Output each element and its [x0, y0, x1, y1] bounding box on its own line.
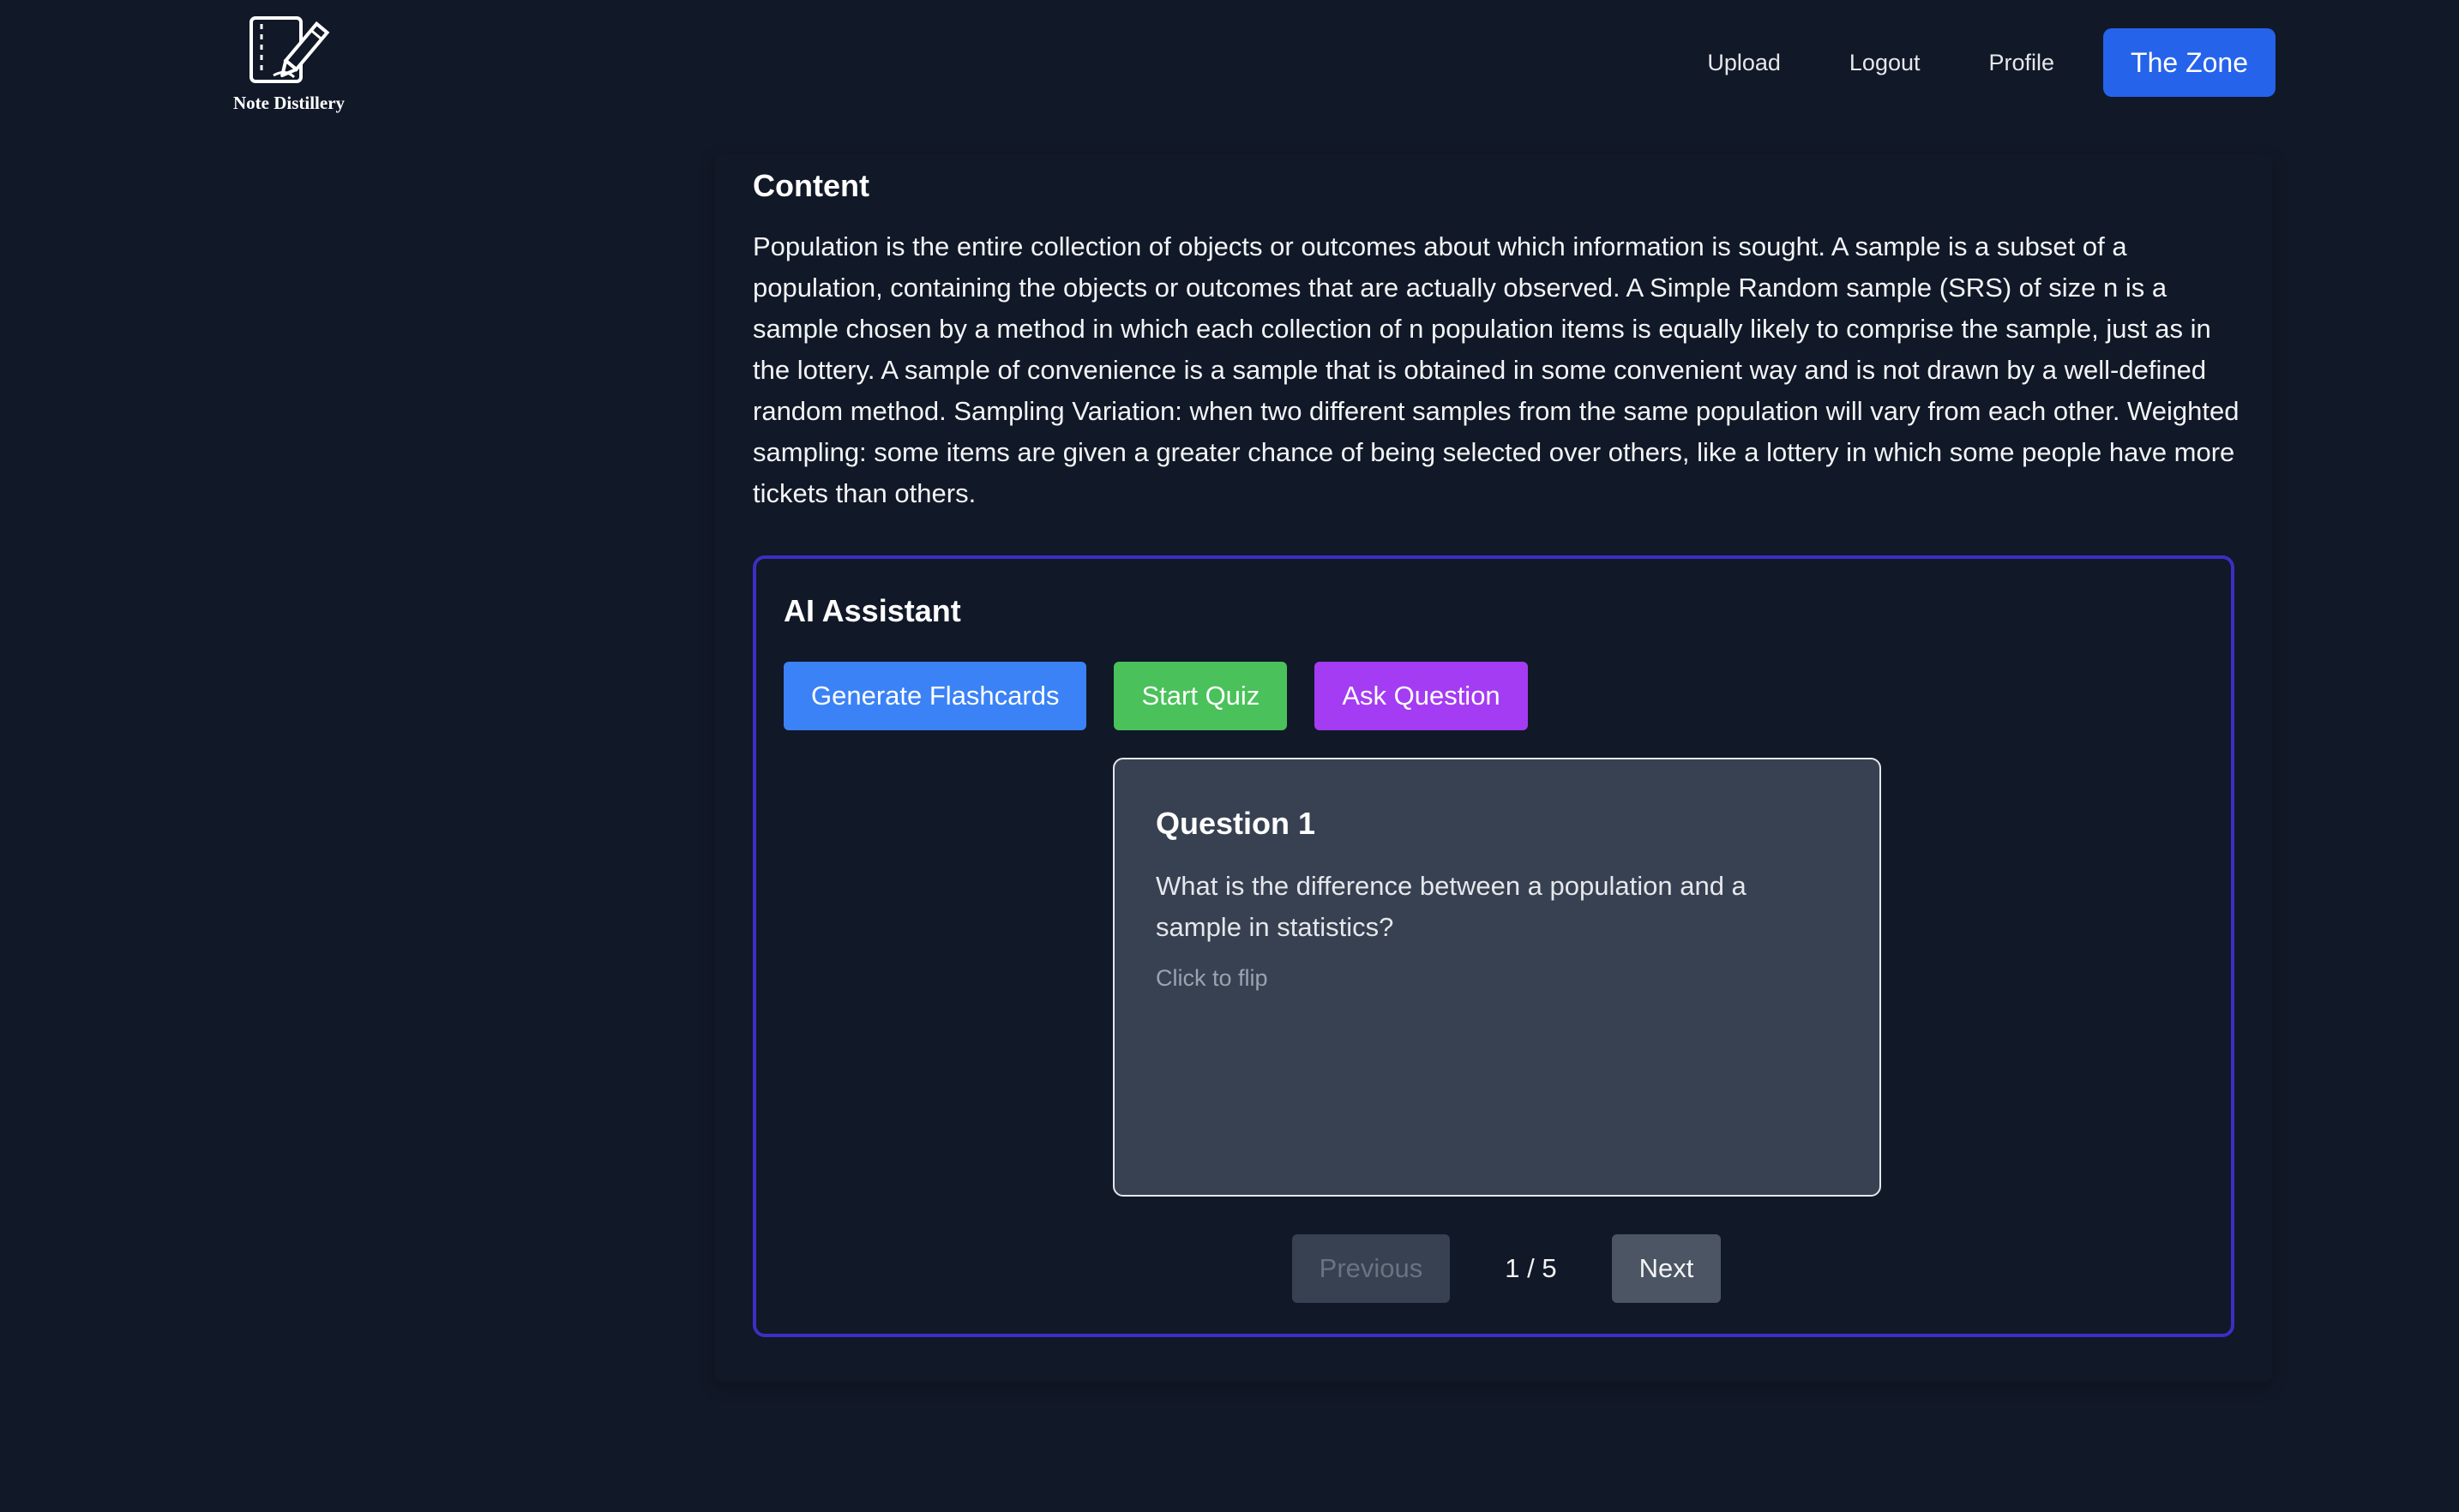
- nav-profile-link[interactable]: Profile: [1989, 50, 2055, 76]
- generate-flashcards-button[interactable]: Generate Flashcards: [784, 662, 1087, 730]
- page-indicator: 1 / 5: [1505, 1253, 1557, 1283]
- nav-logout-link[interactable]: Logout: [1849, 50, 1921, 76]
- logo-text: Note Distillery: [232, 93, 346, 113]
- content-heading: Content: [753, 168, 869, 203]
- page: Note Distillery Upload Logout Profile Th…: [0, 0, 2459, 1512]
- flashcard-title: Question 1: [1156, 806, 1316, 841]
- next-button[interactable]: Next: [1611, 1234, 1722, 1303]
- top-nav: Upload Logout Profile The Zone: [1707, 28, 2276, 97]
- nav-upload-link[interactable]: Upload: [1707, 50, 1781, 76]
- assistant-actions: Generate Flashcards Start Quiz Ask Quest…: [784, 662, 1528, 730]
- notebook-pencil-icon: [250, 16, 330, 83]
- flashcard-flip-hint: Click to flip: [1156, 965, 1268, 991]
- the-zone-button[interactable]: The Zone: [2103, 28, 2276, 97]
- start-quiz-button[interactable]: Start Quiz: [1114, 662, 1288, 730]
- ai-assistant-panel: AI Assistant Generate Flashcards Start Q…: [753, 555, 2234, 1337]
- ask-question-button[interactable]: Ask Question: [1314, 662, 1528, 730]
- main-content: Content Population is the entire collect…: [715, 154, 2272, 1382]
- logo[interactable]: Note Distillery: [220, 15, 358, 114]
- flashcard-question: What is the difference between a populat…: [1156, 871, 1747, 942]
- previous-button[interactable]: Previous: [1291, 1234, 1451, 1303]
- flashcard-pager: Previous 1 / 5 Next: [756, 1234, 2231, 1303]
- flashcard[interactable]: Question 1 What is the difference betwee…: [1113, 758, 1881, 1197]
- ai-assistant-heading: AI Assistant: [784, 593, 961, 628]
- content-text: Population is the entire collection of o…: [753, 231, 2240, 508]
